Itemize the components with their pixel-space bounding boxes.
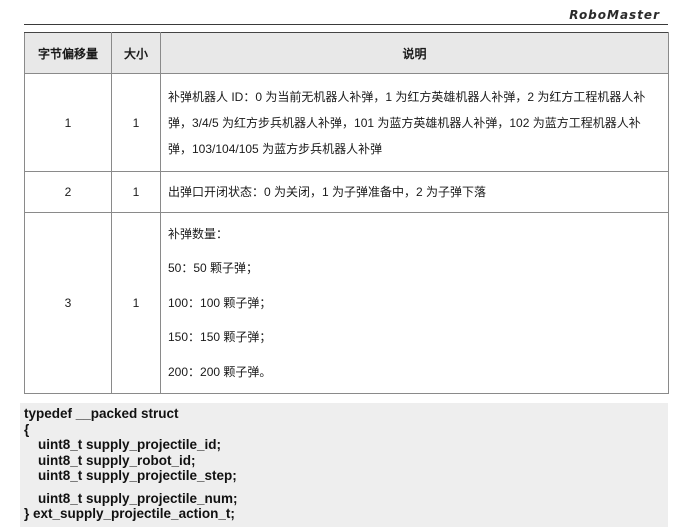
description-text: 50：50 颗子弹；	[168, 261, 259, 276]
description-text: 200：200 颗子弹。	[168, 364, 272, 379]
size-cell: 1	[111, 171, 161, 213]
offset-cell: 2	[24, 171, 112, 213]
code-line: uint8_t supply_projectile_num;	[38, 490, 238, 506]
offset-cell: 3	[24, 212, 112, 394]
size-cell: 1	[111, 73, 161, 172]
description-cell: 补弹机器人 ID：0 为当前无机器人补弹，1 为红方英雄机器人补弹，2 为红方工…	[160, 73, 669, 172]
description-cell: 补弹数量： 50：50 颗子弹； 100：100 颗子弹； 150：150 颗子…	[160, 212, 669, 394]
description-text: 150：150 颗子弹；	[168, 330, 272, 345]
table-header-row: 字节偏移量 大小 说明	[24, 32, 669, 74]
description-text: 100：100 颗子弹；	[168, 295, 272, 310]
code-line: {	[24, 421, 30, 437]
header-offset: 字节偏移量	[24, 32, 112, 74]
code-line: } ext_supply_projectile_action_t;	[24, 506, 235, 521]
header-size: 大小	[111, 32, 161, 74]
code-line: uint8_t supply_projectile_step;	[38, 468, 237, 483]
table-row: 1 1 补弹机器人 ID：0 为当前无机器人补弹，1 为红方英雄机器人补弹，2 …	[24, 73, 669, 172]
code-line: uint8_t supply_robot_id;	[38, 452, 196, 468]
code-line: typedef __packed struct	[24, 406, 179, 421]
code-line: uint8_t supply_projectile_id;	[38, 437, 222, 452]
description-cell: 出弹口开闭状态：0 为关闭，1 为子弹准备中，2 为子弹下落	[160, 171, 669, 213]
robomaster-logo: RoboMaster	[569, 8, 660, 22]
size-cell: 1	[111, 212, 161, 394]
description-text: 出弹口开闭状态：0 为关闭，1 为子弹准备中，2 为子弹下落	[168, 185, 487, 199]
description-text: 补弹数量：	[168, 226, 229, 241]
header-rule	[24, 24, 668, 25]
table-row: 3 1 补弹数量： 50：50 颗子弹； 100：100 颗子弹； 150：15…	[24, 212, 669, 394]
offset-cell: 1	[24, 73, 112, 172]
description-text: 补弹机器人 ID：0 为当前无机器人补弹，1 为红方英雄机器人补弹，2 为红方工…	[168, 89, 646, 156]
header-description: 说明	[160, 32, 669, 74]
table-row: 2 1 出弹口开闭状态：0 为关闭，1 为子弹准备中，2 为子弹下落	[24, 171, 669, 213]
code-block: typedef __packed struct { uint8_t supply…	[20, 403, 668, 527]
field-table: 字节偏移量 大小 说明 1 1 补弹机器人 ID：0 为当前无机器人补弹，1 为…	[24, 32, 669, 394]
